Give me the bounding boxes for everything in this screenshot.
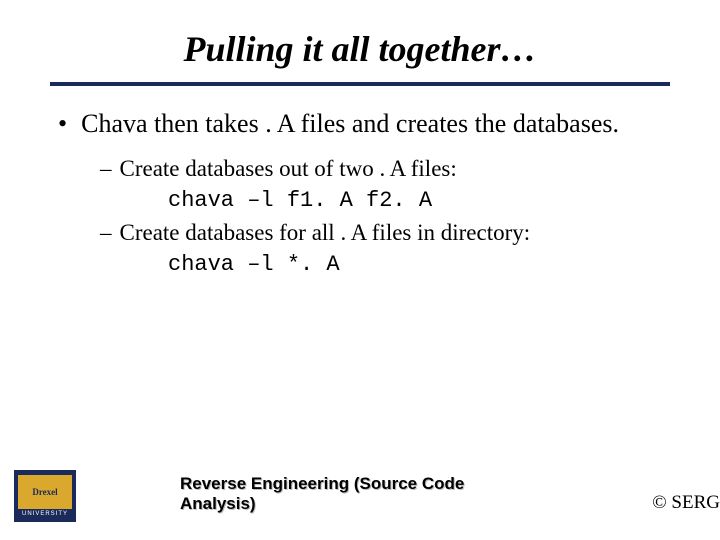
- footer-title: Reverse Engineering (Source Code Analysi…: [180, 474, 540, 514]
- copyright: © SERG: [652, 492, 720, 514]
- sub-text: Create databases for all . A files in di…: [120, 218, 531, 248]
- bullet-item: • Chava then takes . A files and creates…: [58, 108, 670, 140]
- bullet-text: Chava then takes . A files and creates t…: [81, 108, 619, 140]
- footer: Drexel UNIVERSITY Reverse Engineering (S…: [0, 468, 720, 528]
- logo-name: Drexel: [18, 475, 72, 509]
- university-logo: Drexel UNIVERSITY: [14, 470, 76, 522]
- code-line: chava –l f1. A f2. A: [100, 186, 670, 216]
- sub-item: – Create databases out of two . A files:: [100, 154, 670, 184]
- slide: Pulling it all together… • Chava then ta…: [0, 0, 720, 540]
- sub-marker: –: [100, 218, 112, 248]
- bullet-marker: •: [58, 108, 67, 140]
- sub-marker: –: [100, 154, 112, 184]
- slide-title: Pulling it all together…: [50, 28, 670, 70]
- title-rule: [50, 82, 670, 86]
- content-area: • Chava then takes . A files and creates…: [50, 108, 670, 280]
- code-line: chava –l *. A: [100, 250, 670, 280]
- sub-item: – Create databases for all . A files in …: [100, 218, 670, 248]
- sub-list: – Create databases out of two . A files:…: [58, 154, 670, 280]
- logo-subtext: UNIVERSITY: [22, 511, 68, 517]
- sub-text: Create databases out of two . A files:: [120, 154, 457, 184]
